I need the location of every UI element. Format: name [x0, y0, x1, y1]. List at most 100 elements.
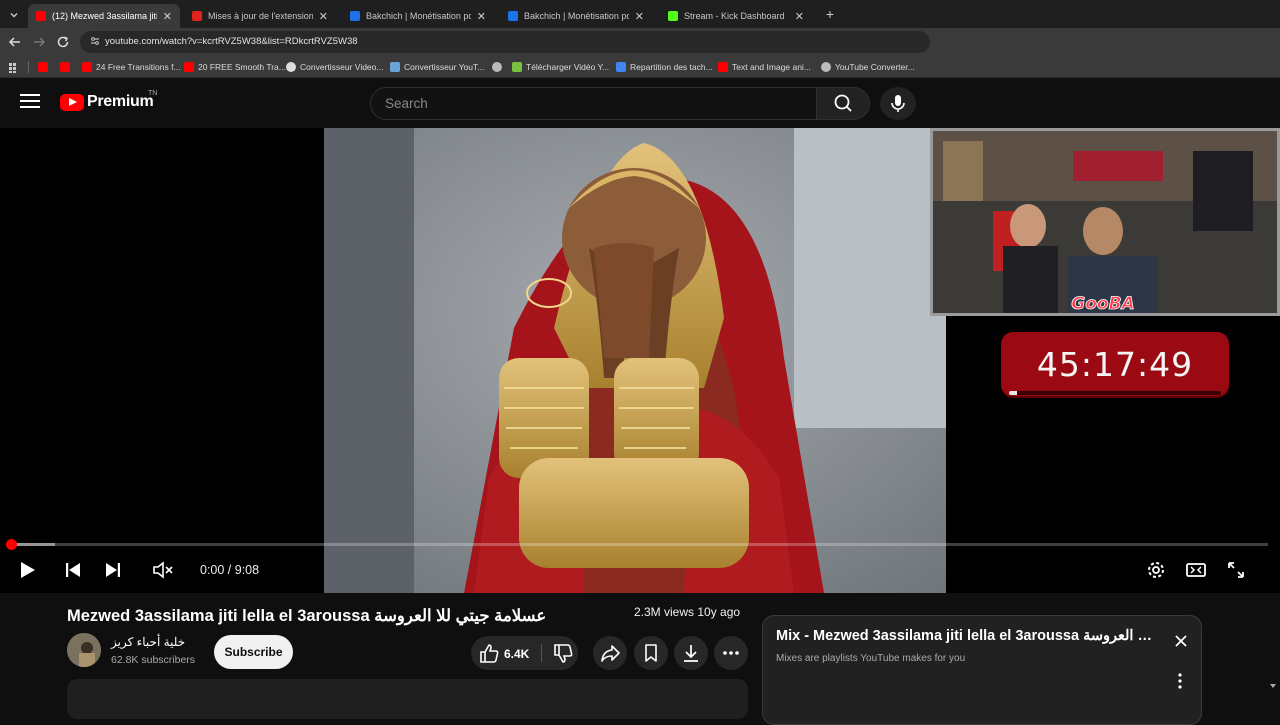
tab-list-chevron-icon[interactable]: [8, 8, 20, 20]
more-actions-button[interactable]: [714, 636, 748, 670]
browser-tab[interactable]: Stream - Kick Dashboard ✕: [660, 4, 812, 28]
close-icon: [1175, 635, 1187, 647]
back-button[interactable]: [7, 34, 23, 50]
expand-icon: [1228, 562, 1244, 578]
mix-title[interactable]: Mix - Mezwed 3assilama jiti lella el 3ar…: [776, 628, 1154, 644]
docs-icon: [616, 62, 626, 72]
tab-close-icon[interactable]: ✕: [163, 10, 172, 23]
youtube-premium-logo[interactable]: Premium TN: [60, 90, 157, 111]
buffered-bar: [12, 543, 55, 546]
mute-button[interactable]: [150, 558, 176, 582]
bookmark-item[interactable]: 24 Free Transitions f...: [82, 60, 181, 74]
gooba-banner: GooBA: [1071, 294, 1135, 315]
description-box[interactable]: [67, 679, 748, 719]
video-player[interactable]: GooBA 45:17:49: [0, 128, 1280, 654]
converter-icon: [390, 62, 400, 72]
apps-grid-icon[interactable]: [8, 61, 20, 73]
bookmark-item[interactable]: Convertisseur Video...: [286, 60, 383, 74]
channel-name[interactable]: خلية أحباء كريز: [111, 635, 185, 649]
fullscreen-button[interactable]: [1223, 558, 1249, 582]
youtube-play-logo-icon: [60, 93, 84, 111]
bride-video-still: [324, 128, 946, 593]
share-button[interactable]: [593, 636, 627, 670]
tab-title: (12) Mezwed 3assilama jiti lella: [52, 11, 157, 21]
seek-scrubber-handle[interactable]: [6, 539, 17, 550]
video-title: Mezwed 3assilama jiti lella el 3aroussa …: [67, 607, 547, 625]
tab-title: Bakchich | Monétisation pour le: [524, 11, 629, 21]
search-button[interactable]: [816, 87, 870, 120]
acrobat-icon: [192, 11, 202, 21]
browser-tab-bar: (12) Mezwed 3assilama jiti lella✕Mises à…: [0, 0, 1280, 28]
thumbs-up-icon: [480, 644, 499, 663]
logo-premium-text: Premium: [87, 93, 154, 110]
hamburger-menu-icon[interactable]: [20, 94, 40, 110]
mix-playlist-panel: Mix - Mezwed 3assilama jiti lella el 3ar…: [762, 615, 1202, 725]
bookmark-item[interactable]: Télécharger Vidéo Y...: [512, 60, 609, 74]
webcam-feed-image: GooBA: [933, 131, 1277, 315]
volume-muted-icon: [153, 561, 173, 579]
tab-close-icon[interactable]: ✕: [795, 10, 804, 23]
close-mix-button[interactable]: [1171, 631, 1191, 651]
browser-tab[interactable]: Bakchich | Monétisation pour le ✕: [500, 4, 652, 28]
channel-avatar[interactable]: [67, 633, 101, 667]
search-input[interactable]: [370, 87, 817, 120]
thumbs-down-icon: [554, 644, 573, 663]
svg-text:GooBA: GooBA: [1071, 294, 1134, 313]
browser-tab[interactable]: Bakchich | Monétisation pour le ✕: [342, 4, 494, 28]
settings-button[interactable]: [1143, 558, 1169, 582]
share-icon: [601, 645, 620, 662]
google-icon: [286, 62, 296, 72]
time-display: 0:00 / 9:08: [200, 563, 260, 577]
bookmarks-divider: [28, 61, 29, 73]
next-button[interactable]: [100, 558, 126, 582]
more-vertical-icon: [1178, 673, 1182, 689]
tab-title: Bakchich | Monétisation pour le: [366, 11, 471, 21]
bookmark-item[interactable]: Text and Image ani...: [718, 60, 811, 74]
video-frame[interactable]: [324, 128, 946, 593]
bookmark-label: Convertisseur Video...: [300, 62, 384, 72]
subscriber-count: 62.8K subscribers: [111, 654, 196, 666]
bookmark-item[interactable]: 20 FREE Smooth Tra...: [184, 60, 286, 74]
forward-button[interactable]: [31, 34, 47, 50]
logo-country-code: TN: [148, 90, 158, 97]
subscribe-button[interactable]: Subscribe: [214, 635, 293, 669]
previous-button[interactable]: [60, 558, 86, 582]
tab-title: Mises à jour de l'extension Acro: [208, 11, 313, 21]
scrollbar-down-arrow-icon[interactable]: [1268, 681, 1278, 691]
globe-icon: [492, 62, 502, 72]
address-bar[interactable]: youtube.com/watch?v=kcrtRVZ5W38&list=RDk…: [80, 31, 930, 53]
seek-bar[interactable]: [12, 543, 1268, 546]
dislike-button[interactable]: [551, 643, 575, 665]
reload-button[interactable]: [55, 34, 71, 50]
new-tab-button[interactable]: +: [822, 6, 838, 22]
bookmark-item[interactable]: [60, 60, 74, 74]
bookmark-item[interactable]: Convertisseur YouT...: [390, 60, 484, 74]
bookmark-item[interactable]: YouTube Converter...: [821, 60, 915, 74]
tab-close-icon[interactable]: ✕: [477, 10, 486, 23]
tab-close-icon[interactable]: ✕: [319, 10, 328, 23]
tab-close-icon[interactable]: ✕: [635, 10, 644, 23]
bookmark-item[interactable]: [38, 60, 52, 74]
theater-mode-button[interactable]: [1183, 558, 1209, 582]
timer-progress-bar: [1009, 391, 1221, 395]
browser-tab[interactable]: Mises à jour de l'extension Acro ✕: [184, 4, 336, 28]
bookmark-item[interactable]: Repartition des tach...: [616, 60, 713, 74]
stream-countdown-timer: 45:17:49: [1001, 332, 1229, 396]
voice-search-button[interactable]: [880, 87, 916, 120]
play-button[interactable]: [14, 558, 40, 582]
download-button[interactable]: [674, 636, 708, 670]
more-horizontal-icon: [723, 651, 739, 655]
like-button[interactable]: [477, 642, 501, 664]
timer-text: 45:17:49: [1036, 345, 1194, 384]
microphone-icon: [891, 95, 905, 112]
bookmark-item[interactable]: [492, 60, 506, 74]
search-icon: [834, 94, 852, 112]
site-info-icon[interactable]: [88, 35, 102, 49]
mix-more-options-button[interactable]: [1173, 672, 1187, 690]
browser-tab[interactable]: (12) Mezwed 3assilama jiti lella ✕: [28, 4, 180, 28]
tab-title: Stream - Kick Dashboard: [684, 11, 785, 21]
like-divider: [541, 644, 542, 662]
video-stats[interactable]: 2.3M views 10y ago: [634, 605, 740, 619]
save-button[interactable]: [634, 636, 668, 670]
bookmark-label: Repartition des tach...: [630, 62, 713, 72]
